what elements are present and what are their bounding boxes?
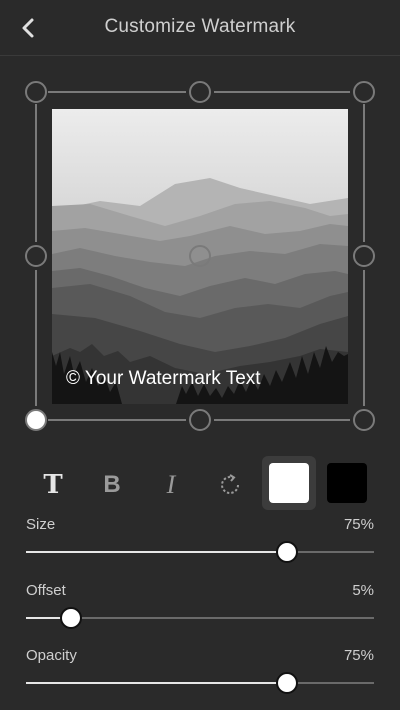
italic-icon: I bbox=[166, 470, 176, 499]
handle-top-right[interactable] bbox=[353, 81, 375, 103]
opacity-slider-thumb[interactable] bbox=[276, 672, 298, 694]
color-swatch-white[interactable] bbox=[269, 463, 309, 503]
size-slider[interactable] bbox=[26, 541, 374, 563]
offset-slider-thumb[interactable] bbox=[60, 607, 83, 629]
handle-bottom-right[interactable] bbox=[353, 409, 375, 431]
handle-bottom-center[interactable] bbox=[189, 409, 211, 431]
preview-image bbox=[52, 109, 348, 404]
size-label: Size bbox=[26, 516, 56, 533]
watermark-canvas: © Your Watermark Text bbox=[0, 56, 400, 456]
handle-top-center[interactable] bbox=[189, 81, 211, 103]
handle-top-left[interactable] bbox=[25, 81, 47, 103]
handle-middle-right[interactable] bbox=[353, 245, 375, 267]
offset-value: 5% bbox=[352, 582, 374, 599]
opacity-slider[interactable] bbox=[26, 672, 374, 694]
size-value: 75% bbox=[343, 516, 374, 533]
watermark-text[interactable]: © Your Watermark Text bbox=[66, 368, 261, 389]
opacity-value: 75% bbox=[343, 647, 374, 664]
opacity-label: Opacity bbox=[26, 647, 77, 664]
bold-icon: B bbox=[103, 471, 121, 498]
text-icon: T bbox=[43, 470, 63, 500]
offset-label: Offset bbox=[26, 582, 66, 599]
rotate-button[interactable] bbox=[207, 462, 253, 508]
text-style-button[interactable]: T bbox=[30, 462, 76, 508]
rotate-icon bbox=[221, 474, 239, 494]
handle-bottom-left-active[interactable] bbox=[25, 409, 47, 431]
size-slider-thumb[interactable] bbox=[276, 541, 298, 563]
offset-slider[interactable] bbox=[26, 607, 374, 629]
top-bar: Customize Watermark bbox=[0, 0, 400, 56]
page-title: Customize Watermark bbox=[104, 16, 296, 37]
handle-middle-left[interactable] bbox=[25, 245, 47, 267]
bold-button[interactable]: B bbox=[89, 462, 135, 508]
color-swatch-black[interactable] bbox=[327, 463, 367, 503]
opacity-slider-fill bbox=[26, 682, 287, 684]
italic-button[interactable]: I bbox=[148, 462, 194, 508]
size-slider-fill bbox=[26, 551, 287, 553]
